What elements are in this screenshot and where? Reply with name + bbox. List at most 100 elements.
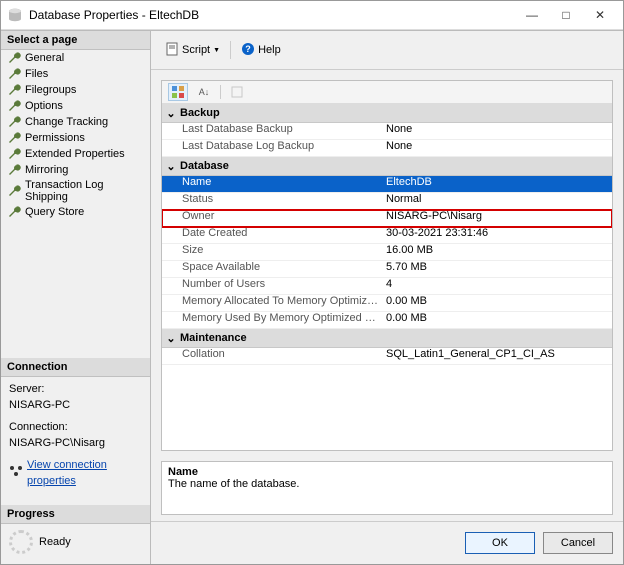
categorized-button[interactable] <box>168 83 188 101</box>
property-label: Owner <box>162 210 382 226</box>
property-label: Last Database Log Backup <box>162 140 382 156</box>
server-label: Server: <box>9 381 142 397</box>
property-value: None <box>382 123 612 139</box>
property-value: 0.00 MB <box>382 312 612 328</box>
toolbar: Script ▼ ? Help <box>151 31 623 70</box>
dialog-window: Database Properties - EltechDB — □ ✕ Sel… <box>0 0 624 565</box>
connection-value: NISARG-PC\Nisarg <box>9 435 142 451</box>
page-label: General <box>25 52 64 64</box>
connection-icon <box>9 465 23 482</box>
property-row[interactable]: Memory Used By Memory Optimized Objects0… <box>162 312 612 329</box>
chevron-down-icon: ⌄ <box>162 160 180 173</box>
property-label: Memory Used By Memory Optimized Objects <box>162 312 382 328</box>
property-row[interactable]: Last Database Log BackupNone <box>162 140 612 157</box>
help-icon: ? <box>241 42 255 59</box>
view-connection-link[interactable]: View connection properties <box>27 457 142 489</box>
property-value: 4 <box>382 278 612 294</box>
property-row[interactable]: Date Created30-03-2021 23:31:46 <box>162 227 612 244</box>
property-row[interactable]: Size16.00 MB <box>162 244 612 261</box>
category-row[interactable]: ⌄Maintenance <box>162 329 612 348</box>
window-controls: — □ ✕ <box>515 5 617 25</box>
button-bar: OK Cancel <box>151 521 623 564</box>
category-row[interactable]: ⌄Backup <box>162 104 612 123</box>
script-icon <box>165 42 179 59</box>
server-value: NISARG-PC <box>9 397 142 413</box>
chevron-down-icon: ⌄ <box>162 332 180 345</box>
wrench-icon <box>7 163 21 177</box>
page-label: Mirroring <box>25 164 68 176</box>
database-icon <box>7 7 23 23</box>
sidebar-page-item[interactable]: Options <box>1 98 150 114</box>
help-button[interactable]: ? Help <box>237 40 285 61</box>
minimize-button[interactable]: — <box>515 5 549 25</box>
wrench-icon <box>7 83 21 97</box>
chevron-down-icon: ⌄ <box>162 107 180 120</box>
property-row[interactable]: CollationSQL_Latin1_General_CP1_CI_AS <box>162 348 612 365</box>
description-panel: Name The name of the database. <box>161 461 613 515</box>
ok-button[interactable]: OK <box>465 532 535 554</box>
property-label: Name <box>162 176 382 192</box>
connection-label: Connection: <box>9 419 142 435</box>
chevron-down-icon: ▼ <box>213 47 220 54</box>
property-value: SQL_Latin1_General_CP1_CI_AS <box>382 348 612 364</box>
property-value: Normal <box>382 193 612 209</box>
property-value: 30-03-2021 23:31:46 <box>382 227 612 243</box>
page-label: Transaction Log Shipping <box>25 179 144 203</box>
property-row[interactable]: Number of Users4 <box>162 278 612 295</box>
property-grid: A↓ ⌄BackupLast Database BackupNoneLast D… <box>161 80 613 451</box>
sidebar: Select a page GeneralFilesFilegroupsOpti… <box>1 31 151 564</box>
page-label: Extended Properties <box>25 148 125 160</box>
property-label: Collation <box>162 348 382 364</box>
progress-header: Progress <box>1 505 150 524</box>
ready-label: Ready <box>39 536 71 548</box>
maximize-button[interactable]: □ <box>549 5 583 25</box>
titlebar: Database Properties - EltechDB — □ ✕ <box>1 1 623 30</box>
grid-content: ⌄BackupLast Database BackupNoneLast Data… <box>162 104 612 450</box>
sidebar-page-item[interactable]: Filegroups <box>1 82 150 98</box>
property-label: Last Database Backup <box>162 123 382 139</box>
connection-header: Connection <box>1 358 150 377</box>
sidebar-page-item[interactable]: General <box>1 50 150 66</box>
progress-status: Ready <box>1 524 150 560</box>
wrench-icon <box>7 115 21 129</box>
close-button[interactable]: ✕ <box>583 5 617 25</box>
property-value: NISARG-PC\Nisarg <box>382 210 612 226</box>
category-row[interactable]: ⌄Database <box>162 157 612 176</box>
property-value: 5.70 MB <box>382 261 612 277</box>
sidebar-page-item[interactable]: Query Store <box>1 204 150 220</box>
property-pages-button[interactable] <box>227 83 247 101</box>
cancel-button[interactable]: Cancel <box>543 532 613 554</box>
property-row[interactable]: NameEltechDB <box>162 176 612 193</box>
alphabetical-button[interactable]: A↓ <box>194 83 214 101</box>
property-label: Number of Users <box>162 278 382 294</box>
connection-info: Server: NISARG-PC Connection: NISARG-PC\… <box>1 377 150 493</box>
property-row[interactable]: Memory Allocated To Memory Optimized Obj… <box>162 295 612 312</box>
wrench-icon <box>7 205 21 219</box>
sidebar-page-item[interactable]: Transaction Log Shipping <box>1 178 150 204</box>
sidebar-page-item[interactable]: Permissions <box>1 130 150 146</box>
property-row[interactable]: OwnerNISARG-PC\Nisarg <box>162 210 612 227</box>
main-panel: Script ▼ ? Help A↓ ⌄BackupLast Database … <box>151 31 623 564</box>
property-value: EltechDB <box>382 176 612 192</box>
page-label: Filegroups <box>25 84 76 96</box>
wrench-icon <box>7 147 21 161</box>
property-label: Status <box>162 193 382 209</box>
sidebar-page-item[interactable]: Extended Properties <box>1 146 150 162</box>
page-label: Query Store <box>25 206 84 218</box>
wrench-icon <box>7 131 21 145</box>
page-label: Permissions <box>25 132 85 144</box>
sidebar-page-item[interactable]: Files <box>1 66 150 82</box>
property-row[interactable]: Last Database BackupNone <box>162 123 612 140</box>
property-label: Size <box>162 244 382 260</box>
property-row[interactable]: Space Available5.70 MB <box>162 261 612 278</box>
window-title: Database Properties - EltechDB <box>29 8 515 22</box>
wrench-icon <box>7 51 21 65</box>
property-value: None <box>382 140 612 156</box>
sidebar-page-item[interactable]: Mirroring <box>1 162 150 178</box>
property-row[interactable]: StatusNormal <box>162 193 612 210</box>
script-button[interactable]: Script ▼ <box>161 40 224 61</box>
page-label: Files <box>25 68 48 80</box>
description-name: Name <box>168 466 606 478</box>
sidebar-page-item[interactable]: Change Tracking <box>1 114 150 130</box>
wrench-icon <box>7 67 21 81</box>
